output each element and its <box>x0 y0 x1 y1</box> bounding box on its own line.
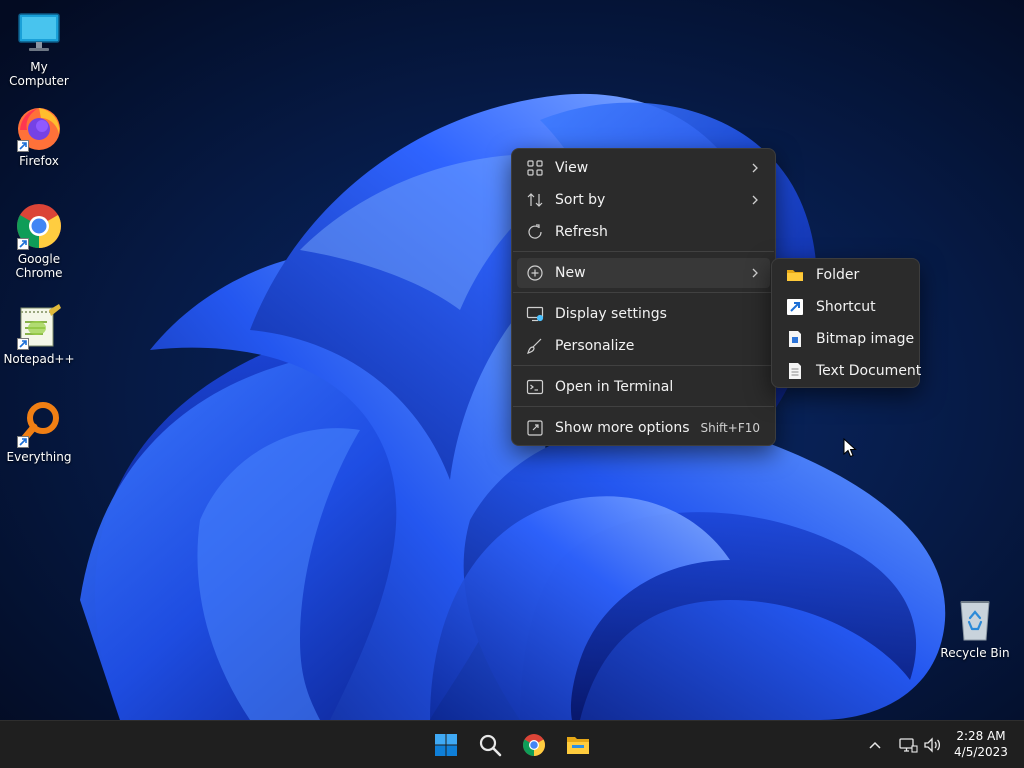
taskbar: 2:28 AM 4/5/2023 <box>0 720 1024 768</box>
keyboard-shortcut: Shift+F10 <box>700 421 760 435</box>
desktop-icon-google-chrome[interactable]: Google Chrome <box>0 202 78 280</box>
desktop-icon-my-computer[interactable]: My Computer <box>0 10 78 88</box>
shortcut-arrow-icon <box>17 140 29 152</box>
menu-item-label: Show more options <box>555 420 690 436</box>
refresh-icon <box>526 223 544 241</box>
network-icon[interactable] <box>898 735 918 755</box>
submenu-item-bitmap-image[interactable]: Bitmap image <box>777 324 914 354</box>
view-grid-icon <box>526 159 544 177</box>
desktop-icon-label: Firefox <box>19 154 59 168</box>
menu-item-sort-by[interactable]: Sort by <box>517 185 770 215</box>
chevron-right-icon <box>750 195 760 205</box>
shortcut-icon <box>786 298 804 316</box>
desktop-icon-label: Everything <box>6 450 72 464</box>
search-icon <box>479 734 502 757</box>
desktop-icon-label: My Computer <box>9 60 69 88</box>
desktop-icon-label: Google Chrome <box>15 252 63 280</box>
clock-date: 4/5/2023 <box>954 745 1008 759</box>
taskbar-search-button[interactable] <box>474 729 506 761</box>
submenu-item-folder[interactable]: Folder <box>777 260 914 290</box>
menu-item-refresh[interactable]: Refresh <box>517 217 770 247</box>
submenu-item-text-document[interactable]: Text Document <box>777 356 921 386</box>
menu-separator <box>513 365 774 366</box>
display-settings-icon <box>526 305 544 323</box>
desktop-icon-label: Notepad++ <box>3 352 75 366</box>
desktop-icon-firefox[interactable]: Firefox <box>0 104 78 168</box>
sort-icon <box>526 191 544 209</box>
menu-item-personalize[interactable]: Personalize <box>517 331 770 361</box>
menu-separator <box>513 406 774 407</box>
notepadpp-icon <box>15 302 63 350</box>
shortcut-arrow-icon <box>17 338 29 350</box>
shortcut-arrow-icon <box>17 436 29 448</box>
submenu-item-shortcut[interactable]: Shortcut <box>777 292 914 322</box>
windows-start-icon <box>435 734 457 756</box>
menu-separator <box>513 292 774 293</box>
taskbar-clock[interactable]: 2:28 AM 4/5/2023 <box>948 728 1014 760</box>
mouse-pointer-icon <box>843 438 857 458</box>
volume-icon[interactable] <box>922 735 942 755</box>
menu-separator <box>513 251 774 252</box>
taskbar-file-explorer-button[interactable] <box>562 729 594 761</box>
menu-item-open-in-terminal[interactable]: Open in Terminal <box>517 372 770 402</box>
bitmap-icon <box>786 330 804 348</box>
menu-item-label: Display settings <box>555 306 667 322</box>
chrome-icon <box>15 202 63 250</box>
personalize-brush-icon <box>526 337 544 355</box>
menu-item-view[interactable]: View <box>517 153 770 183</box>
menu-item-label: View <box>555 160 589 176</box>
menu-item-show-more-options[interactable]: Show more options Shift+F10 <box>517 413 770 443</box>
new-submenu: Folder Shortcut Bitmap image Text Docume… <box>771 258 921 388</box>
desktop-icon-everything[interactable]: Everything <box>0 400 78 464</box>
firefox-icon <box>15 104 63 152</box>
new-plus-icon <box>526 264 544 282</box>
folder-icon <box>786 266 804 284</box>
clock-time: 2:28 AM <box>956 729 1006 743</box>
menu-item-label: New <box>555 265 586 281</box>
text-document-icon <box>786 362 804 380</box>
chevron-right-icon <box>750 268 760 278</box>
menu-item-label: Bitmap image <box>816 331 915 347</box>
taskbar-chrome-button[interactable] <box>518 729 550 761</box>
recycle-bin-icon <box>951 596 999 644</box>
menu-item-label: Refresh <box>555 224 608 240</box>
monitor-icon <box>15 10 63 58</box>
terminal-icon <box>526 378 544 396</box>
desktop-context-menu: View Sort by Refresh New Display setting… <box>511 148 776 446</box>
desktop-icon-label: Recycle Bin <box>940 646 1010 660</box>
menu-item-new[interactable]: New <box>517 258 770 288</box>
more-options-icon <box>526 419 544 437</box>
show-hidden-icons-chevron-icon[interactable] <box>866 737 884 753</box>
menu-item-label: Text Document <box>816 363 922 379</box>
menu-item-label: Folder <box>816 267 860 283</box>
menu-item-label: Sort by <box>555 192 606 208</box>
menu-item-label: Open in Terminal <box>555 379 674 395</box>
shortcut-arrow-icon <box>17 238 29 250</box>
menu-item-label: Shortcut <box>816 299 876 315</box>
menu-item-label: Personalize <box>555 338 635 354</box>
file-explorer-icon <box>567 737 589 754</box>
desktop-icon-notepadpp[interactable]: Notepad++ <box>0 302 78 366</box>
everything-search-icon <box>15 400 63 448</box>
taskbar-start-button[interactable] <box>430 729 462 761</box>
chevron-right-icon <box>750 163 760 173</box>
menu-item-display-settings[interactable]: Display settings <box>517 299 770 329</box>
desktop-icon-recycle-bin[interactable]: Recycle Bin <box>936 596 1014 660</box>
chrome-icon <box>523 734 545 756</box>
